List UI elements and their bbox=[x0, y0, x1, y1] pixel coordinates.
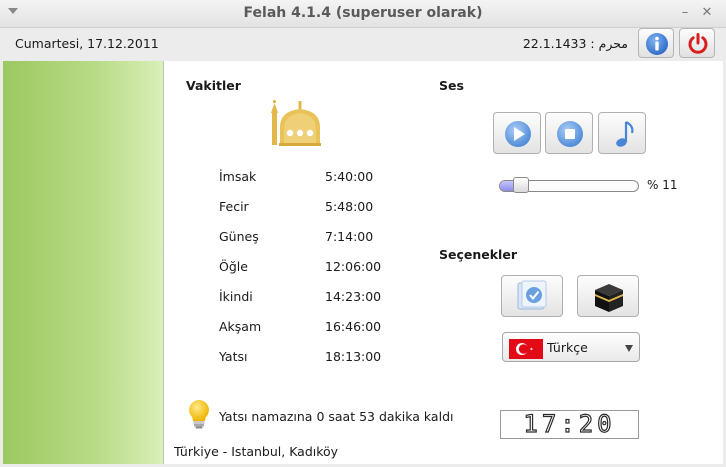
prayer-row-ikindi: İkindi 14:23:00 bbox=[219, 289, 419, 309]
main-panel: Vakitler İmsak 5:40:00 Fecir 5:48:00 Gün… bbox=[164, 61, 723, 464]
prayer-name: Öğle bbox=[219, 259, 248, 274]
mosque-icon bbox=[271, 99, 321, 146]
kaaba-icon bbox=[595, 284, 623, 312]
prayer-time: 14:23:00 bbox=[325, 289, 382, 304]
close-icon[interactable]: ✕ bbox=[698, 4, 716, 22]
location-label: Türkiye - Istanbul, Kadıköy bbox=[174, 444, 339, 459]
language-value: Türkçe bbox=[547, 340, 588, 355]
prayer-row-fecir: Fecir 5:48:00 bbox=[219, 199, 419, 219]
prayer-row-ogle: Öğle 12:06:00 bbox=[219, 259, 419, 279]
music-button[interactable] bbox=[598, 112, 646, 154]
remaining-time-hint: Yatsı namazına 0 saat 53 dakika kaldı bbox=[219, 409, 454, 424]
prayer-name: Akşam bbox=[219, 319, 262, 334]
gregorian-date: Cumartesi, 17.12.2011 bbox=[15, 36, 159, 51]
chevron-down-icon bbox=[625, 345, 633, 352]
prayer-time: 7:14:00 bbox=[325, 229, 374, 244]
times-title: Vakitler bbox=[186, 78, 241, 93]
minimize-icon[interactable]: – bbox=[676, 4, 694, 22]
prayer-row-gunes: Güneş 7:14:00 bbox=[219, 229, 419, 249]
play-button[interactable] bbox=[493, 112, 541, 154]
checkmark-icon bbox=[517, 280, 547, 310]
lightbulb-icon bbox=[189, 400, 209, 429]
info-button[interactable] bbox=[638, 28, 674, 58]
digital-clock: 17:20 bbox=[500, 410, 639, 439]
prayer-time: 16:46:00 bbox=[325, 319, 382, 334]
window-title: Felah 4.1.4 (superuser olarak) bbox=[243, 5, 483, 21]
date-header: Cumartesi, 17.12.2011 22.1.1433 : محرم bbox=[0, 28, 726, 60]
prayer-name: İkindi bbox=[219, 289, 253, 304]
power-icon bbox=[688, 33, 708, 54]
hijri-date: 22.1.1433 : محرم bbox=[522, 36, 628, 51]
prayer-name: Yatsı bbox=[219, 349, 248, 364]
decorative-sidebar bbox=[3, 61, 164, 464]
volume-label: % 11 bbox=[647, 178, 678, 192]
kaaba-button[interactable] bbox=[577, 275, 639, 317]
prayer-time: 5:40:00 bbox=[325, 169, 374, 184]
turkey-flag-icon bbox=[509, 339, 543, 359]
music-note-icon bbox=[616, 121, 634, 147]
play-icon bbox=[505, 121, 531, 147]
stop-icon bbox=[557, 121, 583, 147]
prayer-time: 12:06:00 bbox=[325, 259, 382, 274]
language-select[interactable]: Türkçe bbox=[502, 332, 640, 362]
volume-slider-handle[interactable] bbox=[512, 177, 529, 193]
settings-check-button[interactable] bbox=[501, 275, 563, 317]
title-bar: Felah 4.1.4 (superuser olarak) – ✕ bbox=[0, 0, 726, 28]
prayer-row-aksam: Akşam 16:46:00 bbox=[219, 319, 419, 339]
prayer-row-imsak: İmsak 5:40:00 bbox=[219, 169, 419, 189]
stop-button[interactable] bbox=[545, 112, 593, 154]
prayer-time: 5:48:00 bbox=[325, 199, 374, 214]
prayer-name: Güneş bbox=[219, 229, 259, 244]
prayer-time: 18:13:00 bbox=[325, 349, 382, 364]
options-title: Seçenekler bbox=[439, 247, 517, 262]
prayer-name: İmsak bbox=[219, 169, 257, 184]
power-button[interactable] bbox=[679, 28, 715, 58]
prayer-name: Fecir bbox=[219, 199, 249, 214]
sound-title: Ses bbox=[439, 78, 464, 93]
prayer-row-yatsi: Yatsı 18:13:00 bbox=[219, 349, 419, 369]
info-icon bbox=[646, 33, 668, 55]
